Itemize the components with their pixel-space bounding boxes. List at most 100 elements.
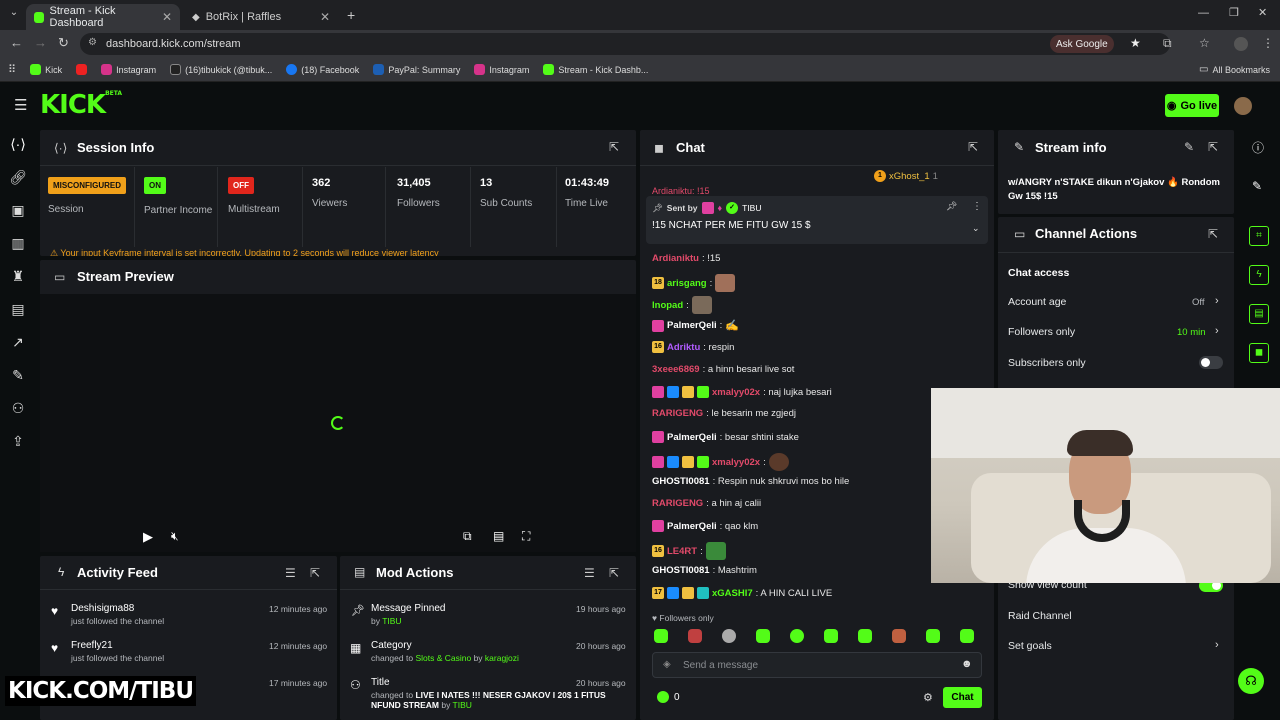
emoji-icon[interactable]: ☻ [961,658,973,670]
chart-rail-icon[interactable]: ▥ [0,227,36,260]
emote-icon[interactable] [688,629,702,643]
restore-icon[interactable]: ❐ [1229,6,1239,19]
chat-user[interactable]: arisgang [667,278,707,289]
chat-message[interactable]: 3xeee6869: a hinn besari live sot [652,364,794,375]
subscribers-only-toggle[interactable] [1199,356,1223,369]
set-goals-row[interactable]: Set goals [1008,640,1052,652]
media-rail-icon[interactable]: ▤ [0,293,36,326]
bookmark-facebook[interactable]: (18) Facebook [286,64,359,75]
close-tab-icon[interactable]: ✕ [162,10,172,24]
chat-message[interactable]: RARIGENG: a hin aj calii [652,498,761,509]
extensions-icon[interactable]: ⧉ [1163,36,1172,51]
chat-input[interactable]: ◈ Send a message ☻ [652,652,982,678]
mute-icon[interactable]: 🔇︎ [171,529,179,544]
analytics-rail-icon[interactable]: ↗ [0,326,36,359]
reload-icon[interactable]: ↻ [58,35,69,51]
url-field[interactable]: ⚙ dashboard.kick.com/stream Ask Google ★ [80,33,1170,55]
chat-user[interactable]: PalmerQeli [667,521,717,532]
chat-user[interactable]: RARIGENG [652,498,703,509]
hamburger-icon[interactable]: ☰ [14,96,27,114]
tab-kick-dashboard[interactable]: Stream - Kick Dashboard ✕ [26,4,180,30]
upload-rail-icon[interactable]: ⇪ [0,425,36,458]
edit-icon[interactable]: ✎ [1252,179,1262,193]
profile-avatar[interactable] [1234,37,1248,51]
chat-message[interactable]: GHOSTI0081: Respin nuk shkruvi mos bo hi… [652,476,849,487]
chat-user[interactable]: Adriktu [667,342,700,353]
kick-logo[interactable]: KICKBETA [40,90,122,120]
filter-icon[interactable]: ☰ [584,566,595,580]
go-live-button[interactable]: ◉ Go live [1165,94,1219,117]
emote-icon[interactable] [892,629,906,643]
user-avatar[interactable] [1234,97,1252,115]
emote-icon[interactable] [824,629,838,643]
close-tab-icon[interactable]: ✕ [320,10,330,24]
all-bookmarks[interactable]: ▭ All Bookmarks [1199,64,1270,75]
bookmark-star-icon[interactable]: ★ [1130,36,1141,50]
popout-icon[interactable]: ⇱ [1208,227,1218,241]
bookmark-tiktok[interactable]: (16)tibukick (@tibuk... [170,64,272,75]
followers-only-row[interactable]: Followers only [1008,326,1075,338]
bookmark-kick-dashboard[interactable]: Stream - Kick Dashb... [543,64,648,75]
chat-user[interactable]: RARIGENG [652,408,703,419]
info-icon[interactable]: ⓘ [1252,139,1264,156]
theater-icon[interactable]: ▤ [493,529,504,543]
fullscreen-icon[interactable]: ⛶ [522,529,530,544]
chat-user[interactable]: lnopad [652,300,683,311]
emote-icon[interactable] [756,629,770,643]
chat-user[interactable]: GHOSTI0081 [652,565,710,576]
pin-menu-icon[interactable]: ⋮ [972,201,982,212]
emote-icon[interactable] [858,629,872,643]
menu-icon[interactable]: ⋮ [1262,36,1274,50]
bolt-icon[interactable]: ϟ [1249,265,1269,285]
chat-message[interactable]: Ardianiktu: !15 [652,253,720,264]
popout-icon[interactable]: ⇱ [609,140,619,154]
chat-user[interactable]: PalmerQeli [667,320,717,331]
raid-channel-row[interactable]: Raid Channel [1008,610,1072,622]
chat-message[interactable]: PalmerQeli: ✍ [652,319,739,332]
chat-user[interactable]: GHOSTI0081 [652,476,710,487]
chat-user[interactable]: xmalyy02x [712,387,760,398]
video-player[interactable]: ▶ 🔇︎ ⧉ ▤ ⛶ [40,294,636,552]
emote-icon[interactable] [790,629,804,643]
play-icon[interactable]: ▶ [143,529,153,545]
bookmarks-icon[interactable]: ☆ [1199,36,1210,50]
site-info-icon[interactable]: ⚙ [88,37,97,48]
pip-icon[interactable]: ⧉ [463,529,472,544]
chat-message[interactable]: xmalyy02x: naj lujka besari [652,386,832,398]
link-rail-icon[interactable]: 🔗︎ [0,161,36,194]
chat-settings-icon[interactable]: ⚙ [923,691,933,704]
emote-icon[interactable] [926,629,940,643]
chat-user[interactable]: xGASHI7 [712,588,753,599]
back-icon[interactable]: ← [10,35,23,50]
chat-message[interactable]: 18 arisgang: [652,274,736,292]
unpin-icon[interactable]: 📌︎ [946,201,957,212]
chat-message[interactable]: RARIGENG: le besarin me zgjedj [652,408,796,419]
chat-user[interactable]: xmalyy02x [712,457,760,468]
chat-message[interactable]: PalmerQeli: besar shtini stake [652,431,799,443]
popout-icon[interactable]: ⇱ [1208,140,1218,154]
send-chat-button[interactable]: Chat [943,687,982,708]
bookmark-kick[interactable]: Kick [30,64,62,75]
tab-search-icon[interactable]: ⌄ [6,7,22,23]
chevron-right-icon[interactable]: › [1215,639,1219,651]
close-window-icon[interactable]: ✕ [1258,6,1267,19]
chat-message[interactable]: PalmerQeli: qao klm [652,520,758,532]
popout-icon[interactable]: ⇱ [968,140,978,154]
wrench-rail-icon[interactable]: ✎ [0,359,36,392]
forward-icon[interactable]: → [34,35,47,50]
popout-icon[interactable]: ⇱ [310,566,320,580]
ask-google-button[interactable]: Ask Google [1050,35,1114,53]
edit-icon[interactable]: ✎ [1184,140,1194,154]
pinned-message[interactable]: 📌︎ Sent by ♦ ✓ TIBU 📌︎ ⋮ !15 NCHAT PER M… [646,196,988,244]
support-icon[interactable]: ☊ [1238,668,1264,694]
chevron-right-icon[interactable]: › [1215,325,1219,337]
chevron-right-icon[interactable]: › [1215,295,1219,307]
chat-message[interactable]: 16 LE4RT: [652,542,726,560]
chat-message[interactable]: xmalyy02x: [652,453,789,471]
crop-icon[interactable]: ⌗ [1249,226,1269,246]
stream-rail-icon[interactable]: ⟨·⟩ [0,128,36,161]
chat-user[interactable]: Ardianiktu [652,253,699,264]
chat-message[interactable]: lnopad: [652,296,712,314]
tab-botrix[interactable]: ◆ BotRix | Raffles ✕ [184,4,338,30]
apps-icon[interactable]: ⠿ [8,63,16,76]
